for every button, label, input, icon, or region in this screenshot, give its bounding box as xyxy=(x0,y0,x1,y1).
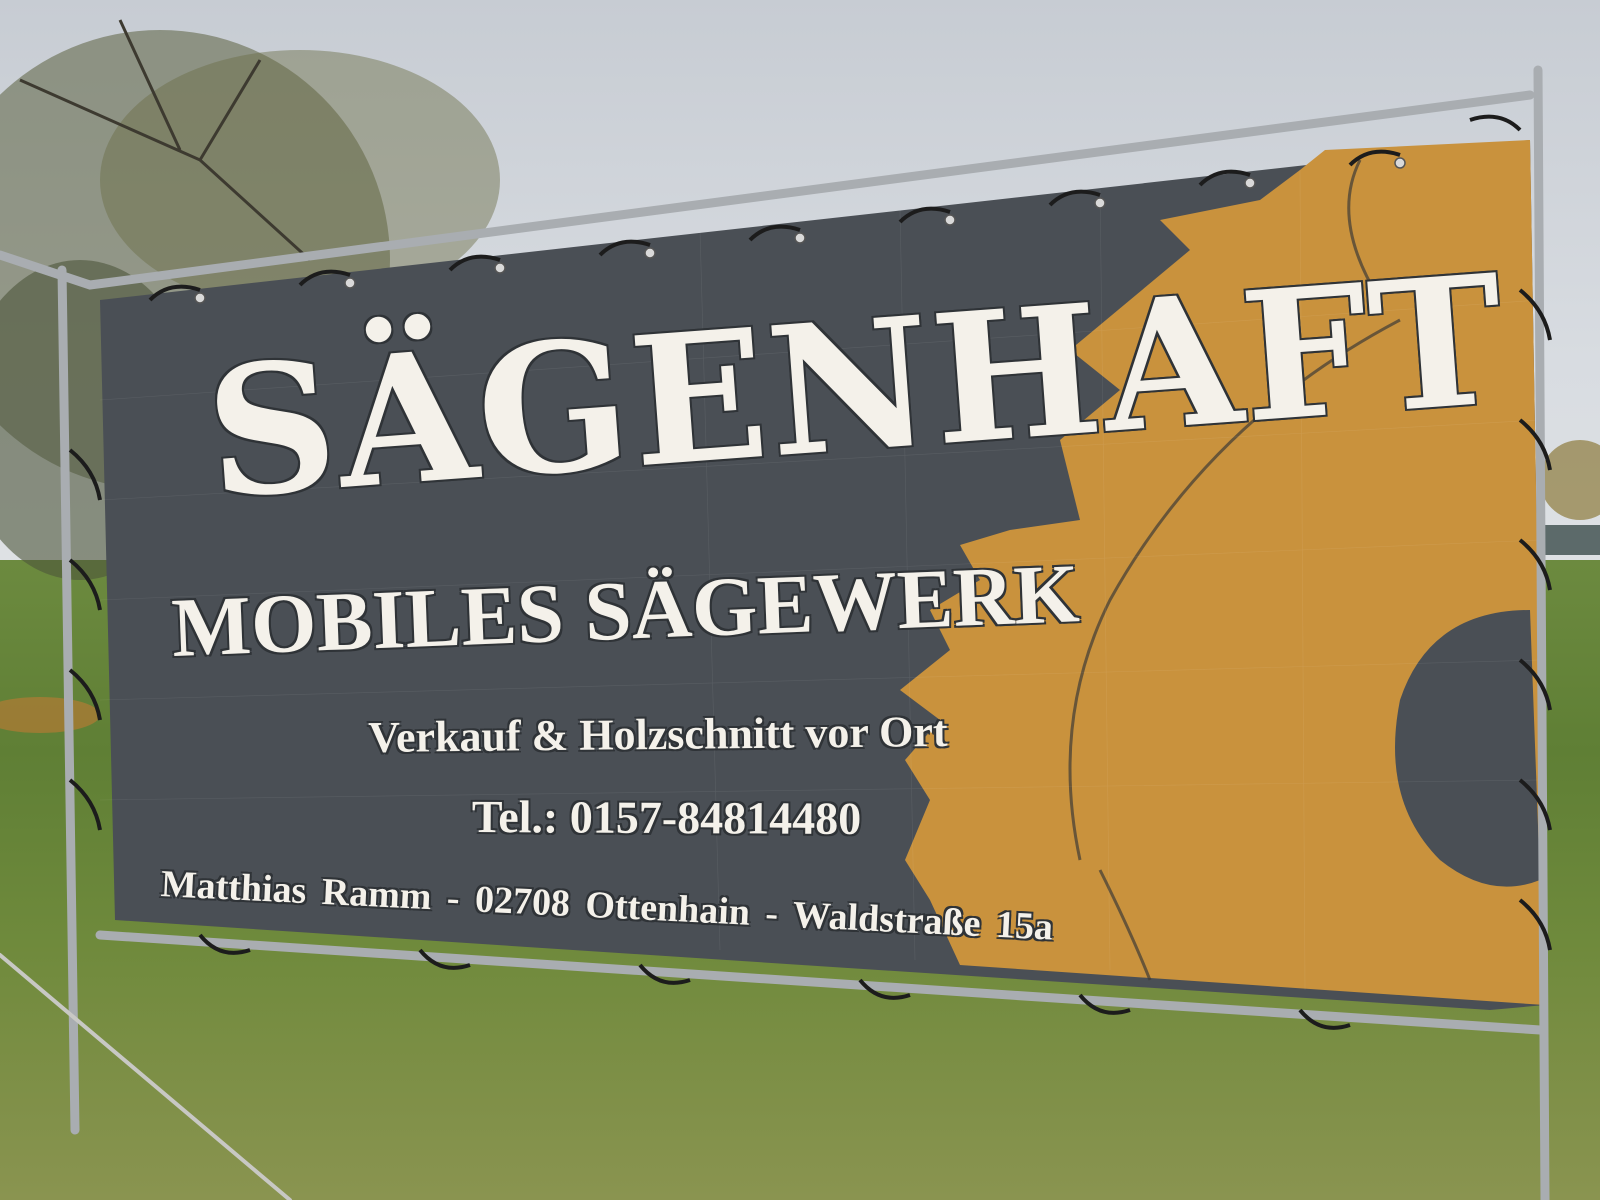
distant-building xyxy=(1540,525,1600,555)
banner-artwork xyxy=(0,19,1600,1200)
fallen-leaves xyxy=(0,697,100,733)
photo-scene: SÄGENHAFT MOBILES SÄGEWERK Verkauf & Hol… xyxy=(0,0,1600,1200)
